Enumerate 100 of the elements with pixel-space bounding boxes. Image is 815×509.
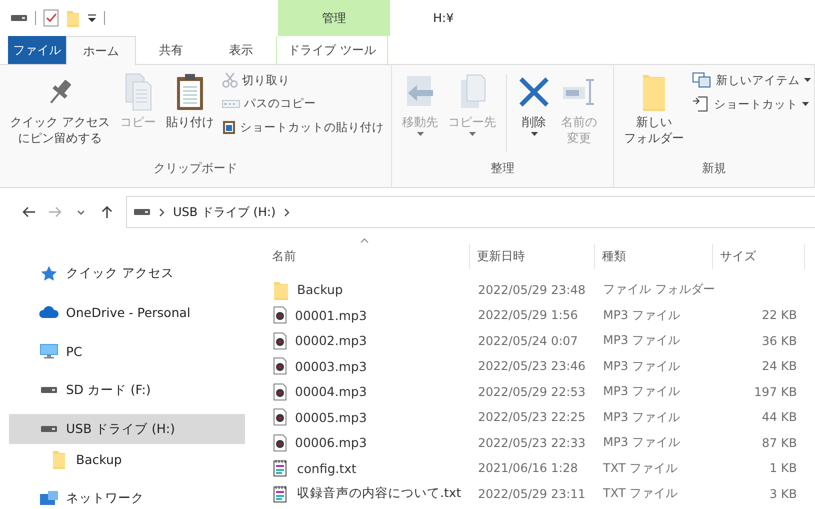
clipboard-icon — [174, 72, 205, 112]
file-row[interactable]: 00005.mp3 2022/05/23 22:25 MP3 ファイル 44 KB — [265, 404, 815, 430]
window-title: H:¥ — [433, 11, 454, 25]
ribbon-tab[interactable]: 共有 — [136, 36, 206, 64]
nav-label: USB ドライブ (H:) — [66, 420, 175, 438]
modified-date: 2022/05/29 23:48 — [477, 282, 587, 297]
file-size: 36 KB — [760, 334, 798, 348]
drive-icon — [133, 208, 151, 216]
group-label: クリップボード — [152, 160, 238, 177]
modified-date: 2022/05/29 23:11 — [477, 486, 587, 501]
nav-label: クイック アクセス — [66, 264, 174, 282]
file-row[interactable]: 00001.mp3 2022/05/29 1:56 MP3 ファイル 22 KB — [265, 302, 815, 328]
file-size: 87 KB — [760, 436, 798, 450]
folder-icon — [52, 449, 66, 469]
nav-item[interactable]: USB ドライブ (H:) — [9, 414, 245, 444]
nav-label: OneDrive - Personal — [66, 304, 190, 320]
file-row[interactable]: Backup 2022/05/29 23:48 ファイル フォルダー — [265, 277, 815, 302]
chevron-down-icon — [77, 210, 85, 214]
file-name: 00004.mp3 — [295, 384, 367, 400]
ribbon-tab[interactable]: 表示 — [206, 36, 276, 64]
properties-icon[interactable] — [43, 9, 59, 27]
nav-item[interactable]: SD カード (F:) — [9, 375, 245, 405]
file-row[interactable]: 00003.mp3 2022/05/23 23:46 MP3 ファイル 24 KB — [265, 354, 815, 379]
file-type: MP3 ファイル — [602, 408, 682, 426]
file-name: 00002.mp3 — [295, 333, 367, 348]
file-name: 収録音声の内容について.txt — [297, 485, 462, 502]
file-row[interactable]: 00002.mp3 2022/05/24 0:07 MP3 ファイル 36 KB — [265, 328, 815, 354]
nav-item[interactable]: クイック アクセス — [9, 258, 245, 288]
breadcrumb[interactable]: USB ドライブ (H:) — [173, 204, 276, 220]
file-name: 00003.mp3 — [295, 358, 367, 374]
file-type: TXT ファイル — [602, 485, 678, 502]
nav-item[interactable]: ネットワーク — [9, 483, 245, 509]
file-type: MP3 ファイル — [602, 306, 682, 324]
ribbon-tab[interactable]: ファイル — [8, 36, 66, 64]
right-arrow-icon — [48, 206, 62, 218]
monitor-icon — [39, 343, 59, 359]
ribbon-button[interactable]: ショートカットの貼り付け — [220, 117, 386, 137]
modified-date: 2022/05/23 23:46 — [477, 359, 587, 374]
star-icon — [40, 265, 58, 281]
customize-icon[interactable] — [87, 13, 97, 23]
group-label: 新規 — [701, 160, 727, 177]
column-header[interactable]: 更新日時 — [470, 244, 595, 269]
file-size: 44 KB — [760, 410, 798, 424]
address-bar[interactable]: USB ドライブ (H:) — [126, 196, 815, 228]
nav-item[interactable]: OneDrive - Personal — [9, 297, 245, 327]
audio-file-icon — [273, 408, 287, 426]
drive-icon — [40, 425, 58, 433]
audio-file-icon — [273, 357, 287, 376]
modified-date: 2021/06/16 1:28 — [477, 461, 579, 476]
audio-file-icon — [273, 382, 287, 401]
shortcut-icon — [692, 96, 710, 112]
ribbon-button[interactable]: 新しいアイテム — [690, 70, 813, 90]
file-size: 24 KB — [760, 359, 798, 374]
chevron-icon — [159, 208, 165, 216]
file-row[interactable]: 00006.mp3 2022/05/23 22:33 MP3 ファイル 87 KB — [265, 430, 815, 456]
file-row[interactable]: 00004.mp3 2022/05/29 22:53 MP3 ファイル 197 KB — [265, 379, 815, 404]
modified-date: 2022/05/24 0:07 — [477, 334, 579, 348]
file-name: 00001.mp3 — [295, 308, 367, 323]
file-type: TXT ファイル — [602, 460, 678, 477]
ribbon-tab[interactable]: ドライブ ツール — [276, 36, 388, 64]
modified-date: 2022/05/23 22:33 — [477, 436, 587, 450]
ribbon-button[interactable]: クイック アクセス にピン留めする — [6, 68, 114, 146]
column-header[interactable]: 名前 — [265, 244, 470, 269]
text-file-icon — [273, 484, 289, 503]
network-icon — [39, 490, 59, 506]
modified-date: 2022/05/23 22:25 — [477, 410, 587, 424]
file-type: MP3 ファイル — [602, 383, 682, 400]
nav-item[interactable]: PC — [9, 336, 245, 366]
ribbon-tab[interactable]: ホーム — [66, 36, 136, 65]
group-label: 整理 — [490, 160, 516, 177]
drive-icon — [40, 386, 58, 394]
left-arrow-icon — [22, 206, 36, 218]
nav-item[interactable]: Backup — [9, 444, 245, 474]
file-name: config.txt — [297, 460, 356, 476]
pages-icon — [124, 72, 152, 112]
nav-label: PC — [66, 344, 82, 358]
file-type: MP3 ファイル — [602, 332, 682, 350]
up-arrow-icon — [101, 205, 113, 219]
ribbon-button[interactable]: 新しい フォルダー — [620, 68, 688, 146]
folder-icon — [642, 73, 666, 111]
file-type: MP3 ファイル — [602, 358, 682, 375]
column-header[interactable]: サイズ — [713, 244, 805, 269]
ribbon-button[interactable]: 貼り付け — [162, 68, 218, 130]
path-icon — [222, 98, 240, 110]
new-item-icon — [692, 72, 712, 88]
audio-file-icon — [273, 306, 287, 324]
modified-date: 2022/05/29 1:56 — [477, 308, 579, 322]
nav-label: ネットワーク — [66, 490, 144, 506]
file-type: MP3 ファイル — [602, 434, 682, 452]
close-icon — [517, 75, 551, 109]
file-row[interactable]: config.txt 2021/06/16 1:28 TXT ファイル 1 KB — [265, 456, 815, 481]
ribbon-button[interactable]: ショートカット — [690, 94, 813, 114]
column-header[interactable]: 種類 — [595, 244, 713, 269]
cloud-icon — [39, 306, 59, 318]
file-row[interactable]: 収録音声の内容について.txt 2022/05/29 23:11 TXT ファイル 3 KB — [265, 481, 815, 506]
ribbon-button[interactable]: 削除 — [513, 68, 555, 136]
tab-group-label: 管理 — [278, 0, 390, 36]
modified-date: 2022/05/29 22:53 — [477, 384, 587, 399]
file-size: 22 KB — [760, 308, 798, 322]
chevron-icon — [284, 208, 290, 216]
